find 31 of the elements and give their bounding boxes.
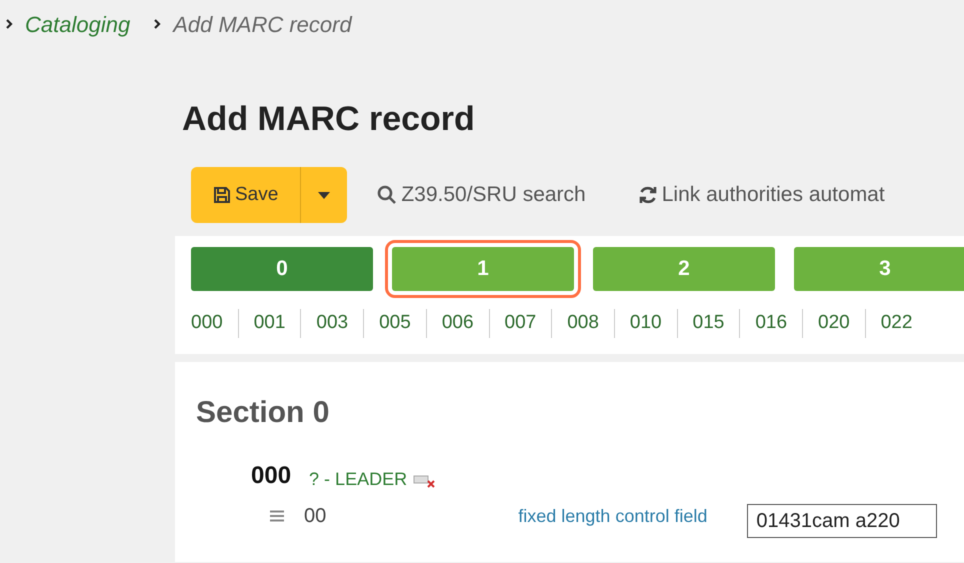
refresh-icon (638, 185, 658, 205)
chevron-icon (6, 19, 13, 29)
breadcrumb-current: Add MARC record (173, 10, 352, 38)
section-heading: Section 0 (196, 398, 330, 428)
delete-field-icon[interactable] (413, 474, 438, 488)
tag-link[interactable]: 006 (426, 309, 490, 338)
breadcrumb-link[interactable]: Cataloging (25, 8, 130, 40)
caret-icon (318, 192, 330, 198)
tag-link[interactable]: 008 (552, 309, 615, 338)
tag-link[interactable]: 016 (740, 309, 804, 338)
tag-link[interactable]: 022 (866, 309, 928, 338)
z3950-search-button[interactable]: Z39.50/SRU search (377, 179, 586, 211)
field-help-link[interactable]: ? - LEADER (309, 470, 408, 488)
link-authorities-button[interactable]: Link authorities automat (638, 179, 885, 211)
tag-link[interactable]: 003 (301, 309, 364, 338)
leader-input-field[interactable]: 01431cam a220 (747, 504, 938, 538)
subfield-code: 00 (304, 504, 326, 529)
save-button[interactable]: Save (191, 167, 302, 223)
tag-link[interactable]: 015 (678, 309, 740, 338)
search-icon (377, 185, 398, 205)
subfield-label: fixed length control field (518, 504, 708, 528)
tag-link[interactable]: 001 (238, 309, 302, 338)
tag-link[interactable]: 005 (364, 309, 427, 338)
tag-link[interactable]: 000 (191, 309, 239, 338)
drag-handle-icon[interactable] (270, 510, 284, 522)
page-title: Add MARC record (182, 102, 476, 136)
tag-link[interactable]: 007 (490, 309, 552, 338)
field-tag: 000 (251, 464, 292, 488)
chevron-icon (154, 19, 162, 29)
tag-link[interactable]: 010 (614, 309, 678, 338)
tag-link[interactable]: 020 (803, 309, 866, 338)
